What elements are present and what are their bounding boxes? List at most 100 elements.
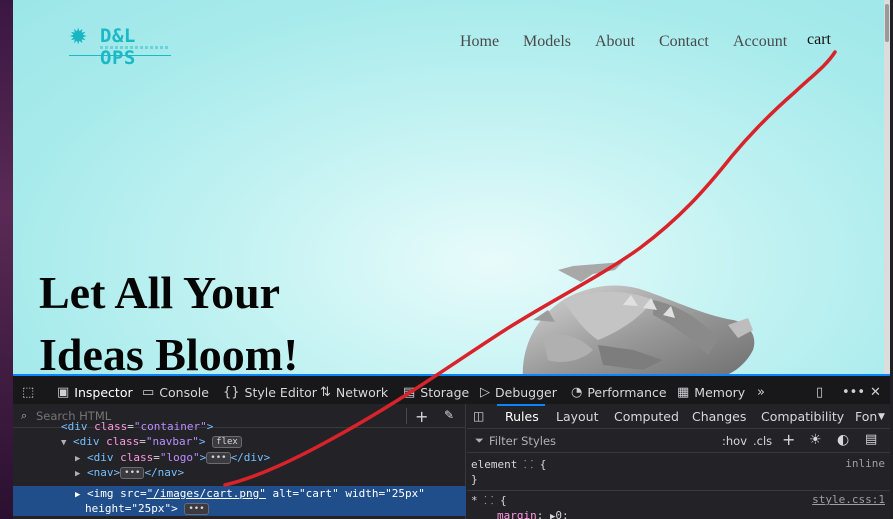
nav-contact[interactable]: Contact (659, 33, 709, 51)
collapsed-content-badge[interactable]: ••• (206, 452, 231, 464)
light-mode-icon[interactable]: ☀ (809, 432, 822, 448)
element-picker-button[interactable]: ⬚ (22, 382, 34, 402)
filter-styles-bar: ⏷ Filter Styles :hov .cls + ☀ ◐ ▤ (467, 429, 893, 453)
selected-node-img[interactable]: ▶ <img src="/images/cart.png" alt="cart"… (13, 486, 466, 516)
tree-val: "cart" (299, 487, 339, 500)
nav-account[interactable]: Account (733, 33, 787, 51)
double-chevron-icon: » (757, 384, 765, 400)
inspector-icon: ▣ (57, 384, 70, 400)
dock-button[interactable]: ▯ (816, 382, 823, 402)
tab-debugger[interactable]: ▷ Debugger (480, 382, 557, 402)
page-scrollbar-thumb[interactable] (885, 4, 889, 42)
tab-compatibility[interactable]: Compatibility (761, 409, 844, 424)
tree-tag-close: > (171, 502, 178, 515)
tab-layout[interactable]: Layout (556, 409, 599, 424)
more-options-button[interactable]: ••• (842, 382, 865, 402)
ellipsis-icon: ••• (842, 384, 866, 400)
tab-changes[interactable]: Changes (692, 409, 746, 424)
tab-network[interactable]: ⇅ Network (320, 382, 388, 402)
tab-performance-label: Performance (587, 384, 667, 400)
hero-heading: Let All Your Ideas Bloom! (39, 262, 298, 374)
expand-arrow-icon[interactable]: ▼ (61, 438, 66, 448)
rule-close-brace: } (471, 473, 478, 486)
nav-home[interactable]: Home (460, 33, 499, 51)
gauge-icon: ◔ (571, 384, 583, 400)
logo-tagline (100, 46, 170, 49)
filter-icon: ⏷ (475, 434, 484, 447)
dark-mode-icon[interactable]: ◐ (837, 432, 849, 448)
rule-selector: element (471, 458, 518, 471)
add-node-button[interactable]: + (415, 407, 428, 426)
img-line-1: ▶ <img src="/images/cart.png" alt="cart"… (75, 487, 425, 500)
network-arrows-icon: ⇅ (320, 384, 331, 400)
tab-inspector[interactable]: ▣ Inspector (57, 382, 133, 402)
tab-network-label: Network (335, 384, 389, 400)
rule-element[interactable]: element ⸬ { (471, 457, 546, 472)
tab-console-label: Console (159, 384, 209, 400)
braces-icon: {} (223, 384, 240, 400)
tree-node-logo[interactable]: ▶ <div class="logo"> ••• </div> (75, 450, 270, 465)
website-viewport: ✹ D&L OPS Home Models About Contact Acco… (13, 0, 884, 374)
rule-star[interactable]: * ⸬ { (471, 493, 507, 508)
rule-declaration[interactable]: margin: ▶0; (497, 509, 569, 519)
tree-src-link[interactable]: "/images/cart.png" (147, 487, 266, 500)
rule-source-link[interactable]: style.css:1 (812, 493, 885, 506)
tree-tag-end: </nav> (144, 466, 185, 479)
tree-node-container[interactable]: <div class="container"> (61, 419, 213, 434)
tree-tag-close: > (199, 451, 207, 464)
eyedropper-icon[interactable]: ✎ (444, 408, 454, 422)
toolbar-divider (406, 408, 407, 424)
tab-console[interactable]: ▭ Console (142, 382, 209, 402)
close-devtools-button[interactable]: ✕ (870, 382, 881, 402)
sidebar-toggle-icon[interactable]: ◫ (473, 409, 484, 423)
tree-attr: height (85, 502, 125, 515)
cart-link[interactable]: cart (807, 31, 831, 49)
tree-attr: src (120, 487, 141, 500)
tab-memory[interactable]: ▦ Memory (677, 382, 745, 402)
overflow-tabs-button[interactable]: » (757, 382, 765, 402)
tree-val: "logo" (159, 451, 200, 464)
tab-fonts[interactable]: Fon (855, 409, 877, 424)
tree-attr: class (94, 420, 128, 433)
grid-icon: ⸬ (484, 494, 494, 507)
tab-computed[interactable]: Computed (614, 409, 679, 424)
console-icon: ▭ (142, 384, 155, 400)
rules-panel: ◫ Rules Layout Computed Changes Compatib… (467, 404, 893, 519)
dock-icon: ▯ (816, 384, 824, 400)
css-property: margin (497, 509, 537, 519)
tab-rules[interactable]: Rules (505, 409, 539, 424)
tree-tag: <div (61, 420, 88, 433)
nav-about[interactable]: About (595, 33, 635, 51)
tab-style-editor[interactable]: {} Style Editor (223, 382, 317, 402)
search-icon: ⌕ (21, 409, 28, 422)
flex-badge[interactable]: flex (212, 436, 242, 448)
debugger-icon: ▷ (480, 384, 490, 400)
sidebar-tabs: ◫ Rules Layout Computed Changes Compatib… (467, 404, 893, 429)
tree-attr: class (120, 451, 154, 464)
collapsed-content-badge[interactable]: ••• (120, 467, 145, 479)
site-logo[interactable]: ✹ D&L OPS (69, 22, 171, 69)
rule-source-inline: inline (845, 457, 885, 470)
tab-storage-label: Storage (420, 384, 470, 400)
add-rule-button[interactable]: + (782, 430, 795, 449)
tree-tag-end: </div> (230, 451, 271, 464)
collapse-arrow-icon[interactable]: ▶ (75, 454, 80, 464)
tab-storage[interactable]: ▤ Storage (403, 382, 469, 402)
event-badge[interactable]: ••• (184, 503, 209, 515)
tree-node-navbar[interactable]: ▼ <div class="navbar"> flex (61, 434, 242, 449)
print-media-icon[interactable]: ▤ (865, 432, 877, 447)
filter-styles-input[interactable]: Filter Styles (489, 434, 556, 448)
tree-tag: <div (87, 451, 114, 464)
tab-performance[interactable]: ◔ Performance (571, 382, 667, 402)
collapse-arrow-icon[interactable]: ▶ (75, 469, 80, 479)
cls-toggle[interactable]: .cls (753, 434, 772, 448)
tab-inspector-label: Inspector (74, 384, 133, 400)
hov-toggle[interactable]: :hov (722, 434, 747, 448)
hero-line-2: Ideas Bloom! (39, 329, 299, 374)
close-icon: ✕ (870, 384, 881, 400)
nav-models[interactable]: Models (523, 33, 571, 51)
collapse-arrow-icon[interactable]: ▶ (75, 490, 80, 500)
tab-memory-label: Memory (694, 384, 746, 400)
tree-node-nav[interactable]: ▶ <nav> ••• </nav> (75, 465, 184, 480)
chevron-down-icon[interactable]: ▼ (878, 412, 885, 422)
